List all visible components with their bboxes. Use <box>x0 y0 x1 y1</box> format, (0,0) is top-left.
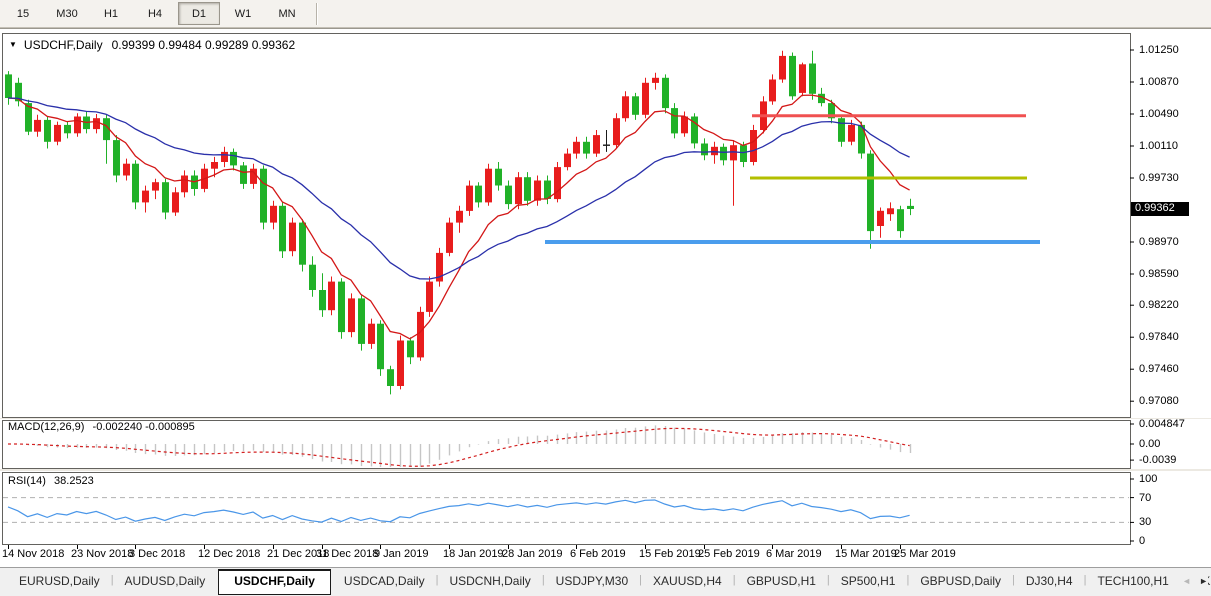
tab-usdchf-daily[interactable]: USDCHF,Daily <box>218 569 331 595</box>
tab-audusd-daily[interactable]: AUDUSD,Daily <box>114 569 217 594</box>
tab-scroll-controls: ◄ ► <box>1177 575 1208 587</box>
period-button-h4[interactable]: H4 <box>134 2 176 25</box>
chart-tab-bar: EURUSD,Daily | AUDUSD,Daily USDCHF,Daily USD… <box>0 567 1211 596</box>
tab-usdcad-daily[interactable]: USDCAD,Daily <box>333 569 436 594</box>
period-button-mn[interactable]: MN <box>266 2 308 25</box>
period-button-m30[interactable]: M30 <box>46 2 88 25</box>
period-button-d1[interactable]: D1 <box>178 2 220 25</box>
tab-sp500-h1[interactable]: SP500,H1 <box>830 569 907 594</box>
toolbar-separator <box>316 2 318 25</box>
tab-xauusd-h4[interactable]: XAUUSD,H4 <box>642 569 733 594</box>
period-button-w1[interactable]: W1 <box>222 2 264 25</box>
mt4-terminal: 15 M30 H1 H4 D1 W1 MN ▼ USDCHF,Daily 0.99399 0… <box>0 0 1211 596</box>
period-button-h1[interactable]: H1 <box>90 2 132 25</box>
tab-scroll-right-icon[interactable]: ► <box>1199 575 1208 587</box>
chart-window[interactable]: ▼ USDCHF,Daily 0.99399 0.99484 0.99289 0… <box>0 28 1211 567</box>
tab-tech100-h1[interactable]: TECH100,H1 <box>1086 569 1179 594</box>
timeframe-toolbar: 15 M30 H1 H4 D1 W1 MN <box>0 0 1211 28</box>
tab-usdcnh-daily[interactable]: USDCNH,Daily <box>438 569 541 594</box>
tab-scroll-left-icon[interactable]: ◄ <box>1182 575 1191 587</box>
tab-dj30-h4[interactable]: DJ30,H4 <box>1015 569 1084 594</box>
chart-canvas[interactable] <box>0 29 1211 568</box>
tab-gbpusd-h1[interactable]: GBPUSD,H1 <box>736 569 827 594</box>
period-button-15[interactable]: 15 <box>2 2 44 25</box>
tab-usdjpy-m30[interactable]: USDJPY,M30 <box>545 569 639 594</box>
tab-gbpusd-daily[interactable]: GBPUSD,Daily <box>909 569 1012 594</box>
tab-eurusd-daily[interactable]: EURUSD,Daily <box>8 569 111 594</box>
